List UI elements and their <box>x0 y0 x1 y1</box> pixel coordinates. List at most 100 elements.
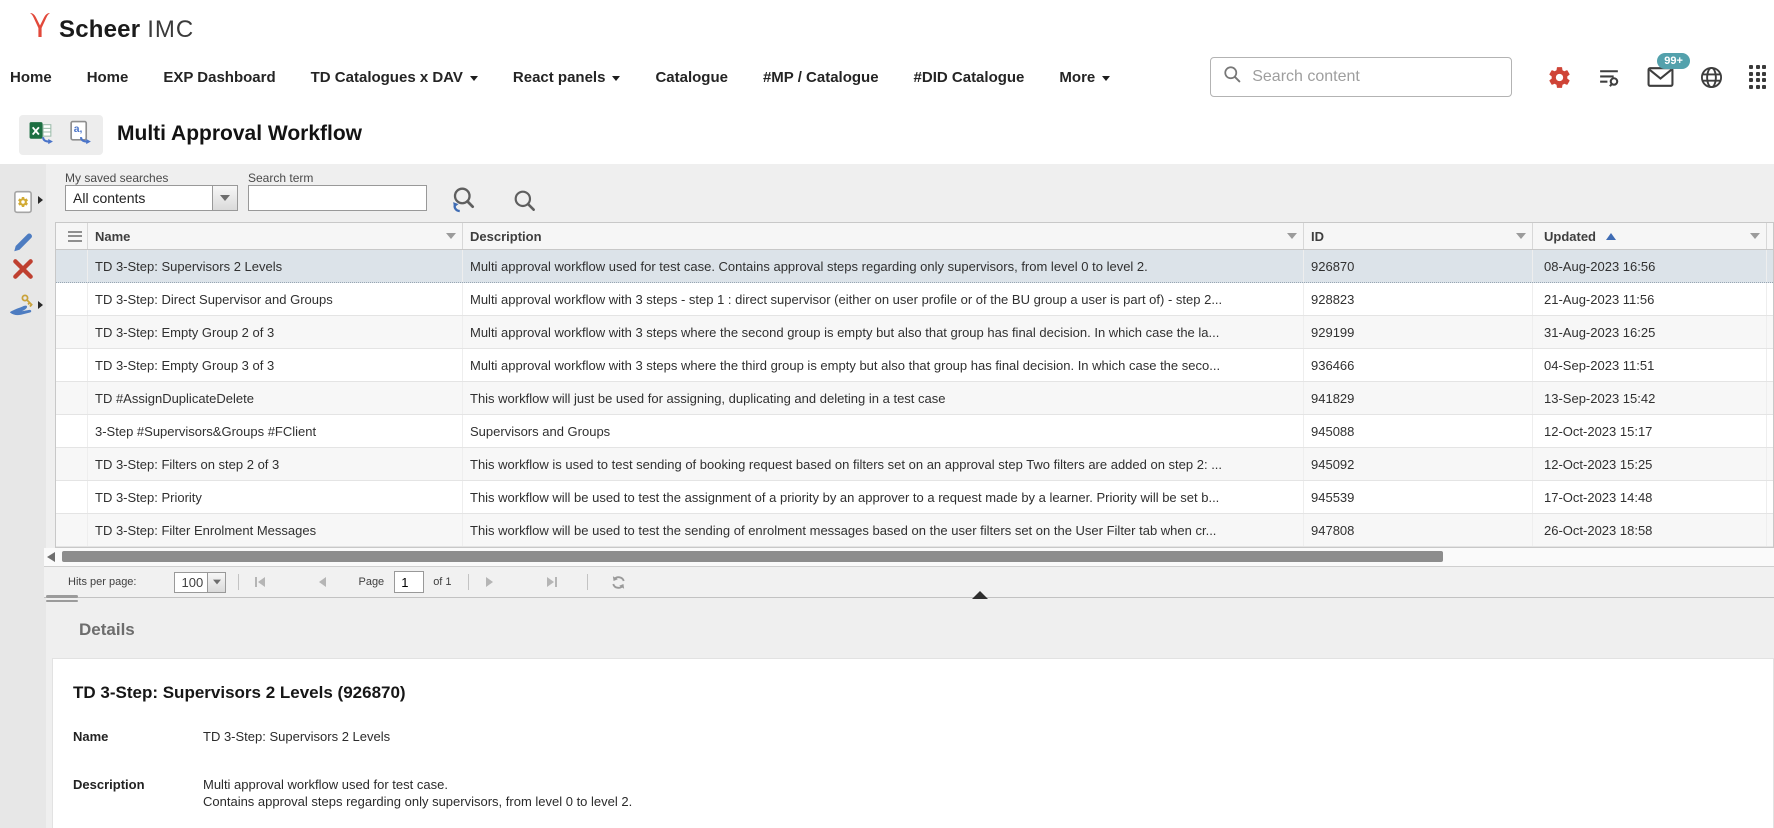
nav-item-more[interactable]: More <box>1059 69 1110 86</box>
row-handle-header[interactable] <box>56 223 88 249</box>
refresh-button[interactable] <box>610 574 627 591</box>
column-label: Updated <box>1544 229 1596 244</box>
svg-text:a,: a, <box>74 124 83 135</box>
hits-per-page-select[interactable]: 100 <box>174 572 226 593</box>
cell-description: This workflow is used to test sending of… <box>463 448 1304 480</box>
next-page-button[interactable] <box>486 577 493 587</box>
select-dropdown-button[interactable] <box>207 573 225 592</box>
cell-updated: 13-Sep-2023 15:42 <box>1533 382 1767 414</box>
cell-name: 3-Step #Supervisors&Groups #FClient <box>88 415 463 447</box>
scrollbar-thumb[interactable] <box>62 551 1443 562</box>
details-name-value: TD 3-Step: Supervisors 2 Levels <box>203 729 390 746</box>
scroll-left-arrow[interactable] <box>47 552 55 562</box>
nav-item-catalogue[interactable]: Catalogue <box>655 69 728 86</box>
column-label: ID <box>1311 229 1324 244</box>
chevron-down-icon <box>220 195 230 201</box>
table-row[interactable]: TD 3-Step: Empty Group 2 of 3 Multi appr… <box>56 316 1773 349</box>
table-header-row: Name Description ID Updated <box>56 223 1773 250</box>
cell-name: TD #AssignDuplicateDelete <box>88 382 463 414</box>
cell-updated: 12-Oct-2023 15:17 <box>1533 415 1767 447</box>
cell-name: TD 3-Step: Filter Enrolment Messages <box>88 514 463 546</box>
app-launcher-grid-button[interactable] <box>1749 65 1766 88</box>
submenu-arrow-icon[interactable] <box>38 301 43 309</box>
delete-button[interactable] <box>7 253 39 285</box>
page-of-label: of 1 <box>433 576 451 588</box>
horizontal-scrollbar[interactable] <box>44 548 1774 566</box>
column-header-updated[interactable]: Updated <box>1533 223 1767 249</box>
first-page-button[interactable] <box>255 577 265 587</box>
hits-per-page-label: Hits per page: <box>68 576 136 588</box>
filter-caret-icon[interactable] <box>446 233 456 239</box>
table-row[interactable]: TD 3-Step: Filter Enrolment Messages Thi… <box>56 514 1773 547</box>
brand-logo[interactable]: Scheer IMC <box>28 11 194 44</box>
new-item-button[interactable] <box>7 186 39 218</box>
saved-searches-value: All contents <box>66 186 212 210</box>
reset-search-button[interactable] <box>449 185 479 220</box>
cell-status <box>1767 250 1774 282</box>
last-page-button[interactable] <box>547 577 557 587</box>
filter-caret-icon[interactable] <box>1750 233 1760 239</box>
nav-item-did-catalogue[interactable]: #DID Catalogue <box>914 69 1025 86</box>
cell-status <box>1767 283 1774 315</box>
table-row[interactable]: TD 3-Step: Filters on step 2 of 3 This w… <box>56 448 1773 481</box>
cell-name: TD 3-Step: Empty Group 2 of 3 <box>88 316 463 348</box>
select-dropdown-button[interactable] <box>212 186 237 210</box>
column-label: Description <box>470 229 542 244</box>
nav-item-home-1[interactable]: Home <box>10 69 52 86</box>
search-button[interactable] <box>512 188 538 219</box>
page-label: Page <box>358 576 384 588</box>
cell-description: Multi approval workflow with 3 steps - s… <box>463 283 1304 315</box>
saved-search-list-button[interactable] <box>1597 65 1622 90</box>
cell-id: 945088 <box>1304 415 1533 447</box>
chevron-down-icon <box>213 580 221 585</box>
messages-button[interactable]: 99+ <box>1647 66 1674 88</box>
nav-label: #MP / Catalogue <box>763 69 879 86</box>
export-document-button[interactable]: a, <box>67 119 94 151</box>
nav-label: Home <box>10 69 52 86</box>
cell-id: 947808 <box>1304 514 1533 546</box>
table-row[interactable]: 3-Step #Supervisors&Groups #FClient Supe… <box>56 415 1773 448</box>
search-input[interactable] <box>1252 68 1499 86</box>
table-row[interactable]: TD 3-Step: Empty Group 3 of 3 Multi appr… <box>56 349 1773 382</box>
saved-searches-label: My saved searches <box>65 171 168 185</box>
search-term-input[interactable] <box>248 185 427 211</box>
nav-item-exp-dashboard[interactable]: EXP Dashboard <box>163 69 275 86</box>
drag-handle-icon[interactable] <box>68 231 82 242</box>
column-header-description[interactable]: Description <box>463 223 1304 249</box>
action-sidebar <box>0 164 46 828</box>
table-row[interactable]: TD 3-Step: Direct Supervisor and Groups … <box>56 283 1773 316</box>
collapse-details-handle[interactable] <box>972 591 988 599</box>
cell-status <box>1767 448 1774 480</box>
previous-page-button[interactable] <box>319 577 326 587</box>
splitter-grip[interactable] <box>46 595 78 602</box>
table-row[interactable]: TD 3-Step: Priority This workflow will b… <box>56 481 1773 514</box>
permissions-hand-key-button[interactable] <box>7 290 39 322</box>
filter-caret-icon[interactable] <box>1516 233 1526 239</box>
separator <box>238 574 239 590</box>
nav-item-td-catalogues[interactable]: TD Catalogues x DAV <box>311 69 478 86</box>
content-area: My saved searches All contents Search te… <box>0 164 1774 828</box>
nav-item-home-2[interactable]: Home <box>87 69 129 86</box>
saved-searches-select[interactable]: All contents <box>65 185 238 211</box>
column-header-name[interactable]: Name <box>88 223 463 249</box>
separator <box>468 574 469 590</box>
page-number-input[interactable] <box>394 571 424 593</box>
cell-status <box>1767 382 1774 414</box>
nav-label: #DID Catalogue <box>914 69 1025 86</box>
export-excel-button[interactable] <box>28 119 55 151</box>
nav-item-mp-catalogue[interactable]: #MP / Catalogue <box>763 69 879 86</box>
table-row[interactable]: TD 3-Step: Supervisors 2 Levels Multi ap… <box>56 250 1773 283</box>
nav-item-react-panels[interactable]: React panels <box>513 69 621 86</box>
column-header-id[interactable]: ID <box>1304 223 1533 249</box>
cell-updated: 21-Aug-2023 11:56 <box>1533 283 1767 315</box>
language-globe-button[interactable] <box>1699 65 1724 90</box>
brand-name: Scheer <box>59 16 140 44</box>
submenu-arrow-icon[interactable] <box>38 196 43 204</box>
hits-per-page-value: 100 <box>175 573 207 592</box>
filter-caret-icon[interactable] <box>1287 233 1297 239</box>
nav-label: EXP Dashboard <box>163 69 275 86</box>
global-search-box[interactable] <box>1210 57 1512 97</box>
cell-id: 941829 <box>1304 382 1533 414</box>
table-row[interactable]: TD #AssignDuplicateDelete This workflow … <box>56 382 1773 415</box>
settings-gear-button[interactable] <box>1547 65 1572 90</box>
